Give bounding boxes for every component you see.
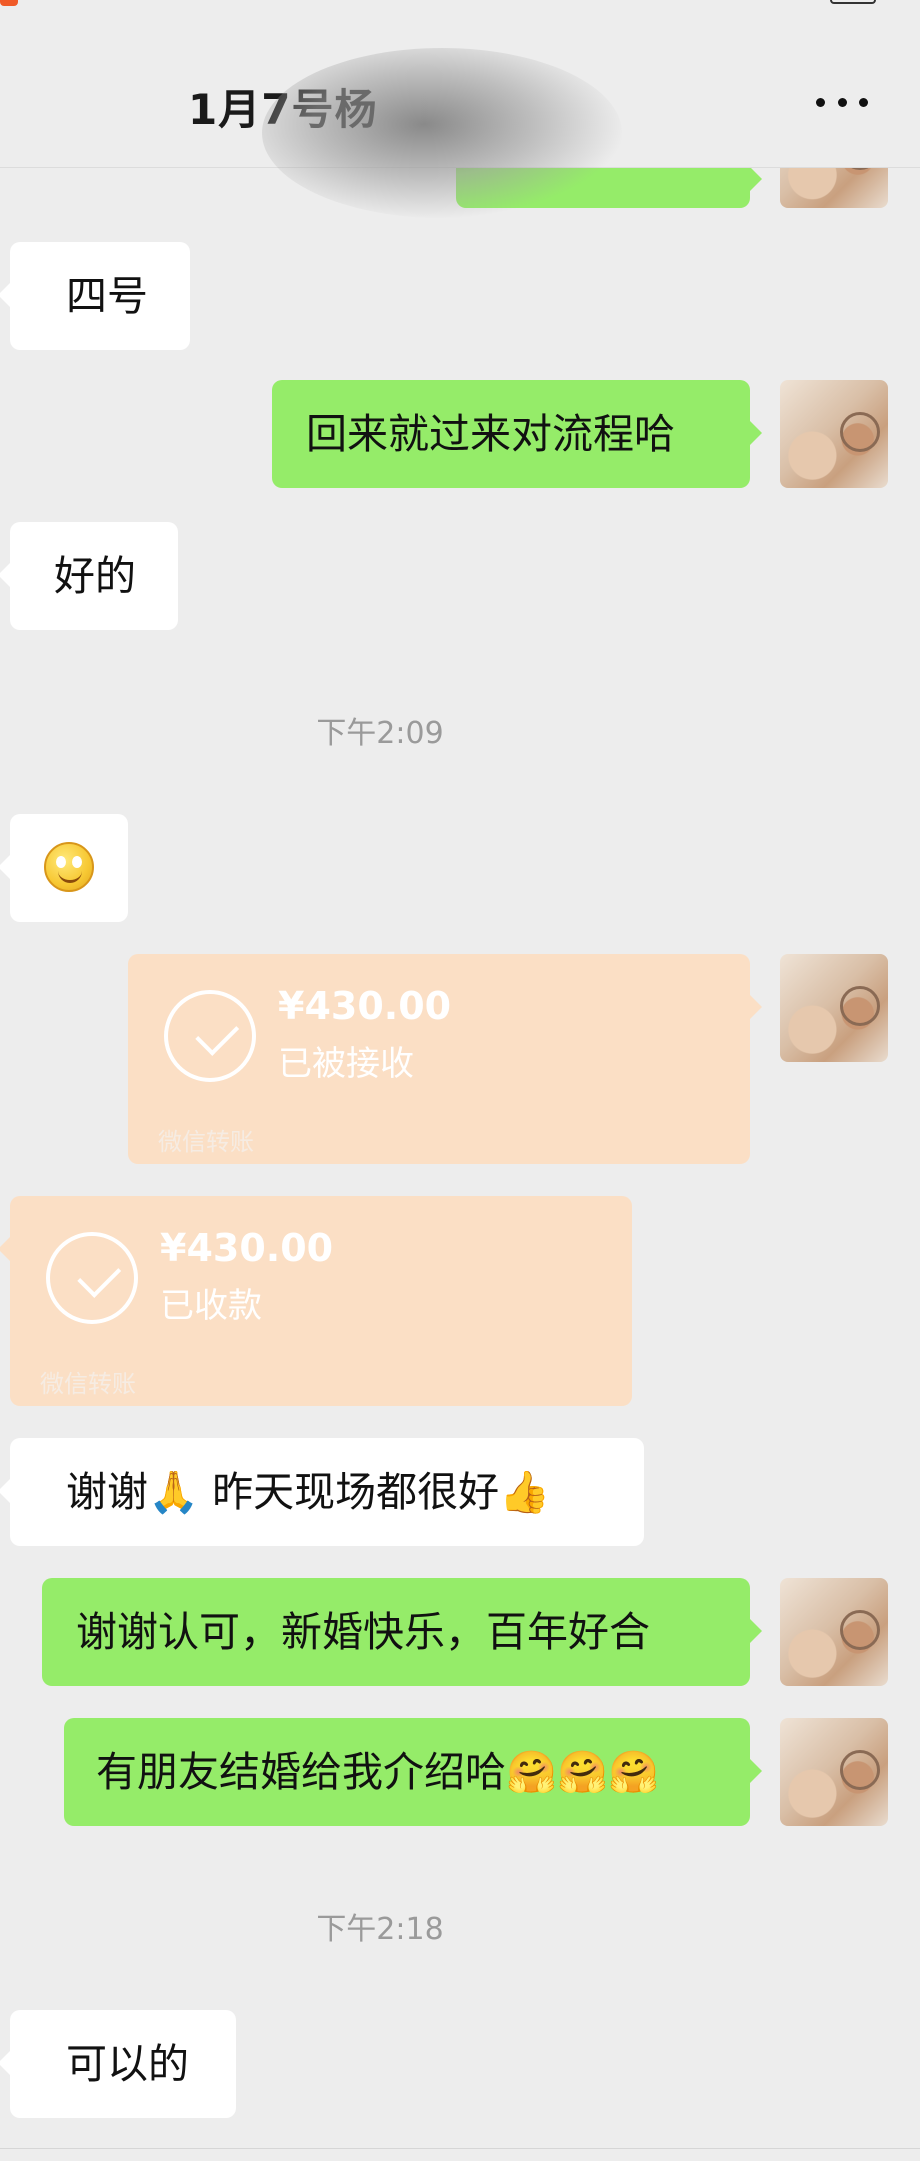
transfer-amount: ¥430.00 xyxy=(160,1226,334,1270)
chat-bubble-incoming-emoji[interactable] xyxy=(0,814,128,922)
chat-bubble-incoming[interactable]: 可以的 xyxy=(0,2010,236,2118)
status-notification-icon xyxy=(0,0,18,6)
transfer-card-outgoing[interactable]: ¥430.00 已被接收 微信转账 xyxy=(128,954,762,1164)
more-dots-icon[interactable] xyxy=(816,92,868,112)
chat-bubble-outgoing[interactable]: 谢谢认可，新婚快乐，百年好合 xyxy=(42,1578,762,1686)
chat-bubble-incoming[interactable]: 谢谢🙏 昨天现场都很好👍 xyxy=(0,1438,644,1546)
transfer-footer: 微信转账 xyxy=(40,1370,136,1398)
transfer-card-incoming[interactable]: ¥430.00 已收款 微信转账 xyxy=(0,1196,632,1406)
chat-screen: 1月7号杨 四号 回来就过来对流程哈 好的 下午2:09 ¥430.00 已被接… xyxy=(0,0,920,2161)
chat-bubble-outgoing[interactable]: 回来就过来对流程哈 xyxy=(272,380,762,488)
divider xyxy=(0,2148,920,2149)
avatar-self[interactable] xyxy=(780,1718,888,1826)
transfer-amount: ¥430.00 xyxy=(278,984,452,1028)
check-circle-icon xyxy=(46,1232,138,1324)
check-circle-icon xyxy=(164,990,256,1082)
chat-bubble-incoming[interactable]: 好的 xyxy=(0,522,178,630)
avatar-self[interactable] xyxy=(780,954,888,1062)
avatar-self[interactable] xyxy=(780,380,888,488)
chat-bubble-outgoing[interactable]: 有朋友结婚给我介绍哈🤗🤗🤗 xyxy=(64,1718,762,1826)
transfer-status: 已被接收 xyxy=(278,1044,414,1084)
chat-bubble-incoming[interactable]: 四号 xyxy=(0,242,190,350)
timestamp: 下午2:09 xyxy=(316,716,444,751)
redaction-scribble xyxy=(262,48,622,218)
battery-icon xyxy=(830,0,876,4)
timestamp: 下午2:18 xyxy=(316,1912,444,1947)
transfer-status: 已收款 xyxy=(160,1286,262,1326)
avatar-self[interactable] xyxy=(780,1578,888,1686)
smiley-emoji-icon xyxy=(44,842,94,892)
transfer-footer: 微信转账 xyxy=(158,1128,254,1156)
